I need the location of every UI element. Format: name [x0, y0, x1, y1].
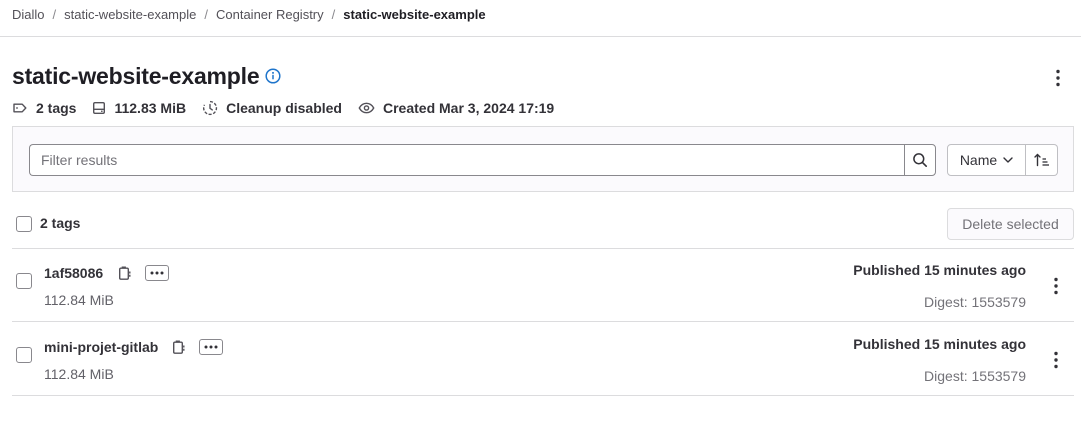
search-button[interactable]	[904, 144, 936, 176]
tag-size: 112.84 MiB	[44, 292, 114, 308]
label-icon	[13, 103, 27, 113]
sort-direction-button[interactable]	[1026, 144, 1058, 176]
cleanup-status: Cleanup disabled	[226, 100, 342, 116]
delete-selected-button[interactable]: Delete selected	[947, 208, 1074, 240]
tag-actions-button[interactable]	[1048, 273, 1064, 299]
published-time: Published 15 minutes ago	[853, 336, 1026, 352]
ellipsis-icon	[204, 345, 218, 349]
tags-list-header: 2 tags Delete selected	[12, 208, 1074, 240]
tags-metadata: 2 tags	[12, 100, 76, 116]
created-date: Created Mar 3, 2024 17:19	[383, 100, 555, 116]
tag-checkbox[interactable]	[16, 273, 32, 289]
breadcrumb-item-current[interactable]: static-website-example	[343, 7, 485, 22]
ellipsis-icon	[150, 271, 164, 275]
eye-icon	[358, 102, 375, 114]
repository-metadata: 2 tags 112.83 MiB Cleanup disabled Creat…	[12, 97, 570, 119]
tag-digest: Digest: 1553579	[924, 368, 1026, 384]
breadcrumb-separator: /	[331, 6, 336, 22]
show-details-button[interactable]	[145, 265, 169, 281]
tag-size: 112.84 MiB	[44, 366, 114, 382]
cleanup-metadata: Cleanup disabled	[202, 100, 342, 116]
vertical-ellipsis-icon	[1054, 277, 1058, 295]
page-header: static-website-example	[12, 60, 281, 92]
disk-icon	[93, 102, 106, 115]
tag-name: mini-projet-gitlab	[44, 339, 159, 355]
sort-field-dropdown[interactable]: Name	[947, 144, 1026, 176]
more-actions-button[interactable]	[1046, 64, 1070, 92]
published-time: Published 15 minutes ago	[853, 262, 1026, 278]
tag-row: mini-projet-gitlab 112.84 MiB Published …	[12, 323, 1074, 396]
breadcrumb-separator: /	[204, 6, 208, 22]
sort-field-label: Name	[959, 152, 998, 168]
chevron-down-icon	[1003, 157, 1013, 163]
search-icon	[913, 153, 927, 167]
tag-row: 1af58086 112.84 MiB Published 15 minutes…	[12, 249, 1074, 322]
tag-checkbox[interactable]	[16, 347, 32, 363]
breadcrumb-item-project[interactable]: static-website-example	[64, 7, 196, 22]
created-metadata: Created Mar 3, 2024 17:19	[358, 100, 554, 116]
tag-name: 1af58086	[44, 265, 104, 281]
row-divider	[12, 321, 1074, 322]
vertical-ellipsis-icon	[1054, 351, 1058, 369]
size-metadata: 112.83 MiB	[92, 100, 186, 116]
sort-ascending-icon	[1033, 153, 1049, 167]
row-divider	[12, 395, 1074, 396]
vertical-ellipsis-icon	[1056, 69, 1060, 87]
copy-icon	[119, 266, 131, 280]
copy-tag-button[interactable]	[116, 264, 134, 282]
copy-tag-button[interactable]	[170, 338, 188, 356]
expire-icon	[203, 100, 218, 116]
filter-bar: Name	[12, 126, 1074, 192]
page-title: static-website-example	[12, 62, 260, 89]
header-divider	[0, 36, 1081, 37]
info-icon[interactable]	[265, 68, 281, 84]
select-all-checkbox[interactable]	[16, 216, 32, 232]
copy-icon	[173, 340, 185, 354]
tag-digest: Digest: 1553579	[924, 294, 1026, 310]
tags-count-text: 2 tags	[36, 100, 77, 116]
size-text: 112.83 MiB	[114, 100, 187, 116]
breadcrumb-separator: /	[52, 6, 57, 22]
tag-actions-button[interactable]	[1048, 347, 1064, 373]
breadcrumb-item-registry[interactable]: Container Registry	[216, 7, 324, 22]
sort-control: Name	[947, 144, 1058, 176]
breadcrumb-item-user[interactable]: Diallo	[12, 7, 45, 22]
breadcrumb: Diallo / static-website-example / Contai…	[12, 6, 486, 22]
select-all-label: 2 tags	[40, 215, 81, 231]
filter-input[interactable]	[29, 144, 905, 176]
show-details-button[interactable]	[199, 339, 223, 355]
